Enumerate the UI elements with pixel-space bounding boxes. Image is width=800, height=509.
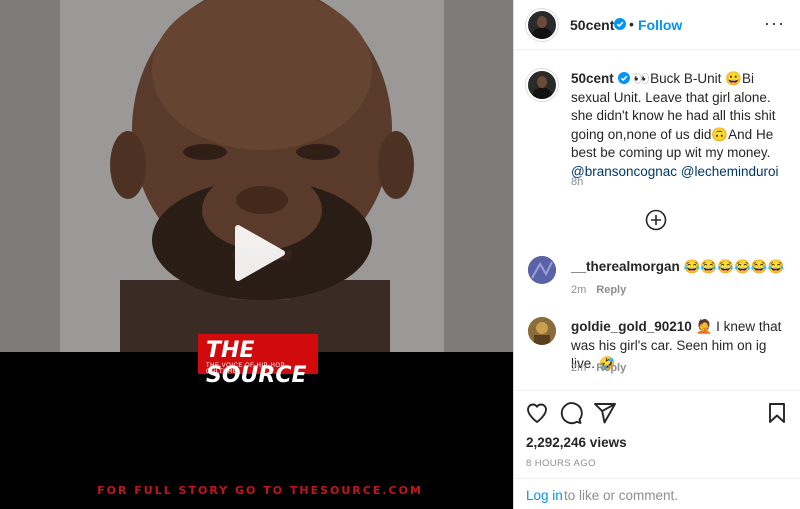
post-header: 50cent • Follow ··· [515, 0, 800, 50]
more-options-icon[interactable]: ··· [764, 13, 785, 34]
reply-button[interactable]: Reply [596, 284, 626, 296]
caption-timestamp: 8h [571, 176, 584, 188]
mention-link[interactable]: @lecheminduroi [681, 164, 779, 179]
comment-time: 2m [571, 284, 587, 296]
comment-body: 😂😂😂😂😂😂 [683, 259, 785, 274]
comment-meta: 2m Reply [571, 284, 626, 296]
commenter-avatar[interactable] [528, 256, 556, 284]
comment-meta: 2m Reply [571, 362, 626, 374]
video-footer-text: FOR FULL STORY GO TO THESOURCE.COM [97, 484, 423, 497]
login-link[interactable]: Log in [526, 488, 563, 503]
author-avatar[interactable] [526, 9, 558, 41]
commenter-avatar[interactable] [528, 317, 556, 345]
add-comment-icon[interactable] [645, 209, 667, 231]
mugshot-figure [110, 0, 414, 352]
post-age[interactable]: 8 HOURS AGO [526, 458, 596, 469]
source-logo: THE SOURCE THE VOICE OF HIP-HOP CULTURE [198, 334, 318, 388]
follow-button[interactable]: Follow [638, 17, 682, 33]
post-sidebar: 50cent • Follow ··· 50cent 👀Buck B-Unit … [515, 0, 800, 509]
login-prompt-text: to like or comment. [564, 488, 679, 503]
post-caption: 50cent 👀Buck B-Unit 😀Bi sexual Unit. Lea… [571, 70, 789, 181]
reply-button[interactable]: Reply [596, 362, 626, 374]
header-separator: • [629, 16, 634, 32]
comment-author[interactable]: __therealmorgan [571, 259, 680, 274]
source-logo-tagline: THE VOICE OF HIP-HOP CULTURE [206, 363, 285, 375]
comment-author[interactable]: goldie_gold_90210 [571, 319, 692, 334]
mention-link[interactable]: @bransoncognac [571, 164, 677, 179]
caption-author[interactable]: 50cent [571, 71, 614, 86]
caption-author-avatar[interactable] [526, 69, 558, 101]
bookmark-icon[interactable] [765, 401, 789, 425]
comment-time: 2m [571, 362, 587, 374]
verified-badge-icon [617, 72, 630, 84]
comment-icon[interactable] [559, 401, 583, 425]
author-username[interactable]: 50cent [570, 17, 614, 33]
comment-item: __therealmorgan 😂😂😂😂😂😂 [571, 258, 791, 277]
action-bar [515, 390, 800, 430]
login-prompt: Log in to like or comment. [515, 478, 800, 509]
view-count: 2,292,246 views [526, 435, 627, 450]
verified-badge-icon [614, 18, 626, 30]
post-media[interactable]: THE SOURCE THE VOICE OF HIP-HOP CULTURE … [0, 0, 514, 509]
share-icon[interactable] [593, 401, 617, 425]
heart-icon[interactable] [525, 401, 549, 425]
play-icon[interactable] [232, 224, 286, 282]
video-frame[interactable] [0, 0, 513, 352]
